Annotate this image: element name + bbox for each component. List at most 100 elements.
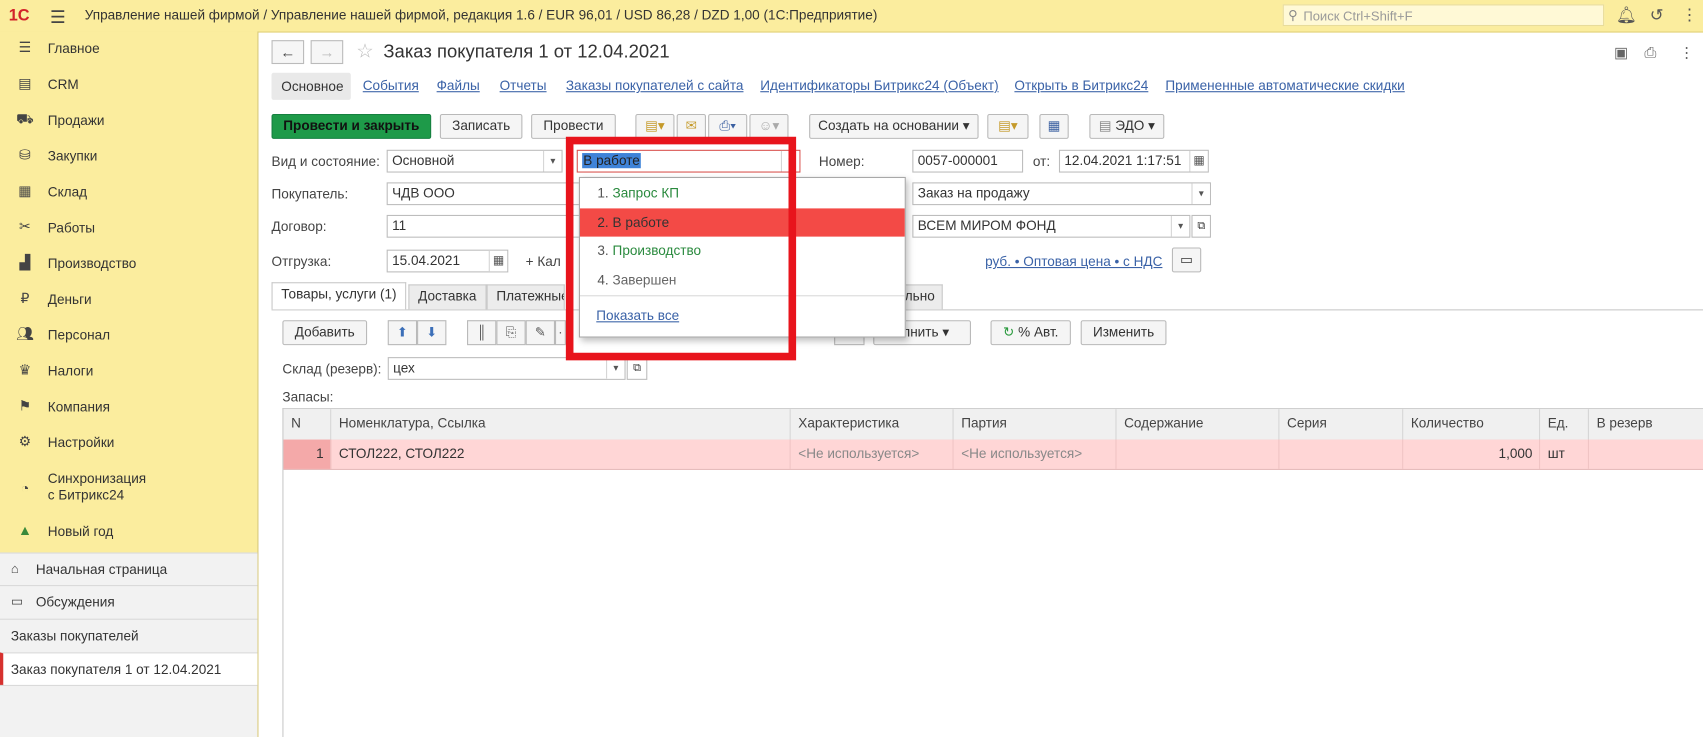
sidebar-item-main[interactable]: ☰ Главное [0,35,257,63]
row-quantity[interactable]: 1,000 [1403,439,1541,469]
tab-open-bitrix[interactable]: Открыть в Битрикс24 [1014,78,1148,93]
buyer-field[interactable]: ЧДВ ООО [386,182,583,206]
tab-files[interactable]: Файлы [437,78,480,93]
tab-main[interactable]: Основное [271,72,351,100]
save-disk-icon[interactable]: ▣ [1614,43,1628,61]
discussions-link[interactable]: ▭ Обсуждения [0,585,258,619]
favorite-star-icon[interactable]: ☆ [356,40,374,63]
sidebar-item-sales[interactable]: ⛟ Продажи [0,106,257,134]
subtab-delivery[interactable]: Доставка [408,284,487,310]
subtab-additional[interactable]: льно [901,284,943,310]
move-up-icon[interactable]: ⬆ [387,320,418,346]
edo-button[interactable]: ▤ ЭДО ▾ [1089,113,1165,139]
col-characteristic[interactable]: Характеристика [791,409,954,440]
scanner-icon[interactable]: ⎘ [496,320,526,346]
sidebar-item-warehouse[interactable]: ▦ Склад [0,178,257,206]
col-nomenclature[interactable]: Номенклатура, Ссылка [331,409,791,440]
sidebar-item-works[interactable]: ✂ Работы [0,214,257,242]
save-button[interactable]: Записать [439,113,523,139]
search-input[interactable]: ⚲ Поиск Ctrl+Shift+F [1282,4,1605,27]
date-field[interactable]: 12.04.2021 1:17:51 ▦ [1058,149,1209,173]
sidebar-item-bitrix-sync[interactable]: ◔ Синхронизация с Битрикс24 [0,470,257,507]
chevron-down-icon[interactable]: ▾ [543,150,562,172]
tab-auto-discounts[interactable]: Примененные автоматические скидки [1165,78,1404,93]
history-icon[interactable]: ↺ [1650,5,1664,25]
sidebar-item-company[interactable]: ⚑ Компания [0,393,257,421]
chevron-down-icon[interactable]: ▾ [606,358,625,379]
more-icon[interactable]: ⋮ [1681,5,1697,25]
open-link-icon[interactable]: ⧉ [626,357,648,380]
post-button[interactable]: Провести [531,113,616,139]
mail-icon[interactable]: ✉ [676,113,706,139]
post-and-close-button[interactable]: Провести и закрыть [271,113,432,139]
col-series[interactable]: Серия [1279,409,1404,440]
row-series[interactable] [1279,439,1404,469]
bell-icon[interactable]: 🔔︎ [1616,5,1637,25]
move-down-icon[interactable]: ⬇ [417,320,447,346]
sidebar-item-staff[interactable]: 👥︎ Персонал [0,321,257,349]
row-batch[interactable]: <Не используется> [954,439,1117,469]
structure-icon[interactable]: ▦ [1039,113,1069,139]
tab-events[interactable]: События [363,78,419,93]
sidebar-item-money[interactable]: ₽ Деньги [0,285,257,313]
table-row[interactable]: 1 СТОЛ222, СТОЛ222 <Не используется> <Не… [283,439,1703,470]
add-row-button[interactable]: Добавить [282,320,368,346]
sidebar-item-crm[interactable]: ▤ CRM [0,71,257,99]
tab-bitrix-ids[interactable]: Идентификаторы Битрикс24 (Объект) [760,78,998,93]
col-batch[interactable]: Партия [954,409,1117,440]
barcode-icon[interactable]: ║ [467,320,497,346]
col-n[interactable]: N [283,409,332,440]
subtab-payments[interactable]: Платежные [486,284,565,310]
calendar-icon[interactable]: ▦ [1189,150,1208,172]
col-quantity[interactable]: Количество [1403,409,1541,440]
tab-site-orders[interactable]: Заказы покупателей с сайта [566,78,744,93]
row-content[interactable] [1117,439,1280,469]
menu-icon[interactable]: ☰ [50,7,66,29]
documents-icon[interactable]: ▤▾ [987,113,1029,139]
change-button[interactable]: Изменить [1080,320,1167,346]
kind-select[interactable]: Основной ▾ [386,149,563,173]
create-document-icon[interactable]: ▤▾ [635,113,675,139]
calendar-icon[interactable]: ▦ [488,250,508,272]
subtab-goods[interactable]: Товары, услуги (1) [271,282,407,310]
card-icon[interactable]: ▭ [1171,247,1202,273]
warehouse-select[interactable]: цех ▾ [387,357,626,380]
print-menu-icon[interactable]: ⎙▾ [708,113,748,139]
current-order-link[interactable]: Заказ покупателя 1 от 12.04.2021 [0,652,258,686]
sidebar-item-new-year[interactable]: ▲ Новый год [0,518,257,546]
col-reserve[interactable]: В резерв [1589,409,1703,439]
row-unit[interactable]: шт [1540,439,1589,469]
shipment-date-field[interactable]: 15.04.2021 ▦ [386,249,509,273]
auto-percent-button[interactable]: ↻ % Авт. [990,320,1071,346]
create-based-button[interactable]: Создать на основании ▾ [809,113,979,139]
orders-list-link[interactable]: Заказы покупателей [0,618,258,653]
sidebar-item-taxes[interactable]: ♛ Налоги [0,357,257,385]
col-content[interactable]: Содержание [1117,409,1280,440]
tab-reports[interactable]: Отчеты [500,78,547,93]
home-page-link[interactable]: ⌂ Начальная страница [0,552,258,587]
row-reserve[interactable] [1589,440,1703,469]
extra-icon[interactable]: · [554,320,566,346]
back-button[interactable]: ← [271,40,305,65]
pick-icon[interactable]: ✎ [525,320,555,346]
more-icon[interactable]: ⋮ [1679,43,1694,61]
chevron-down-icon[interactable]: ▾ [1191,183,1210,205]
open-link-icon[interactable]: ⧉ [1191,214,1212,238]
disabled-icon[interactable]: ☺▾ [749,113,789,139]
row-nomenclature[interactable]: СТОЛ222, СТОЛ222 [331,439,791,469]
fund-select[interactable]: ВСЕМ МИРОМ ФОНД ▾ [912,214,1191,238]
contract-field[interactable]: 11 [386,214,583,238]
row-characteristic[interactable]: <Не используется> [791,439,954,469]
price-type-link[interactable]: руб. • Оптовая цена • с НДС [985,254,1162,269]
col-unit[interactable]: Ед. [1540,409,1589,440]
forward-button[interactable]: → [310,40,344,65]
people-icon: 👥︎ [16,325,34,342]
number-field[interactable]: 0057-000001 [912,149,1024,173]
sidebar-item-purchases[interactable]: ⛁ Закупки [0,142,257,170]
operation-select[interactable]: Заказ на продажу ▾ [912,182,1212,206]
chevron-down-icon[interactable]: ▾ [1170,215,1190,237]
sidebar-item-settings[interactable]: ⚙ Настройки [0,429,257,457]
calendar-link[interactable]: + Кал [526,254,561,269]
sidebar-item-production[interactable]: ▟ Производство [0,250,257,278]
print-icon[interactable]: ⎙ [1644,43,1656,61]
